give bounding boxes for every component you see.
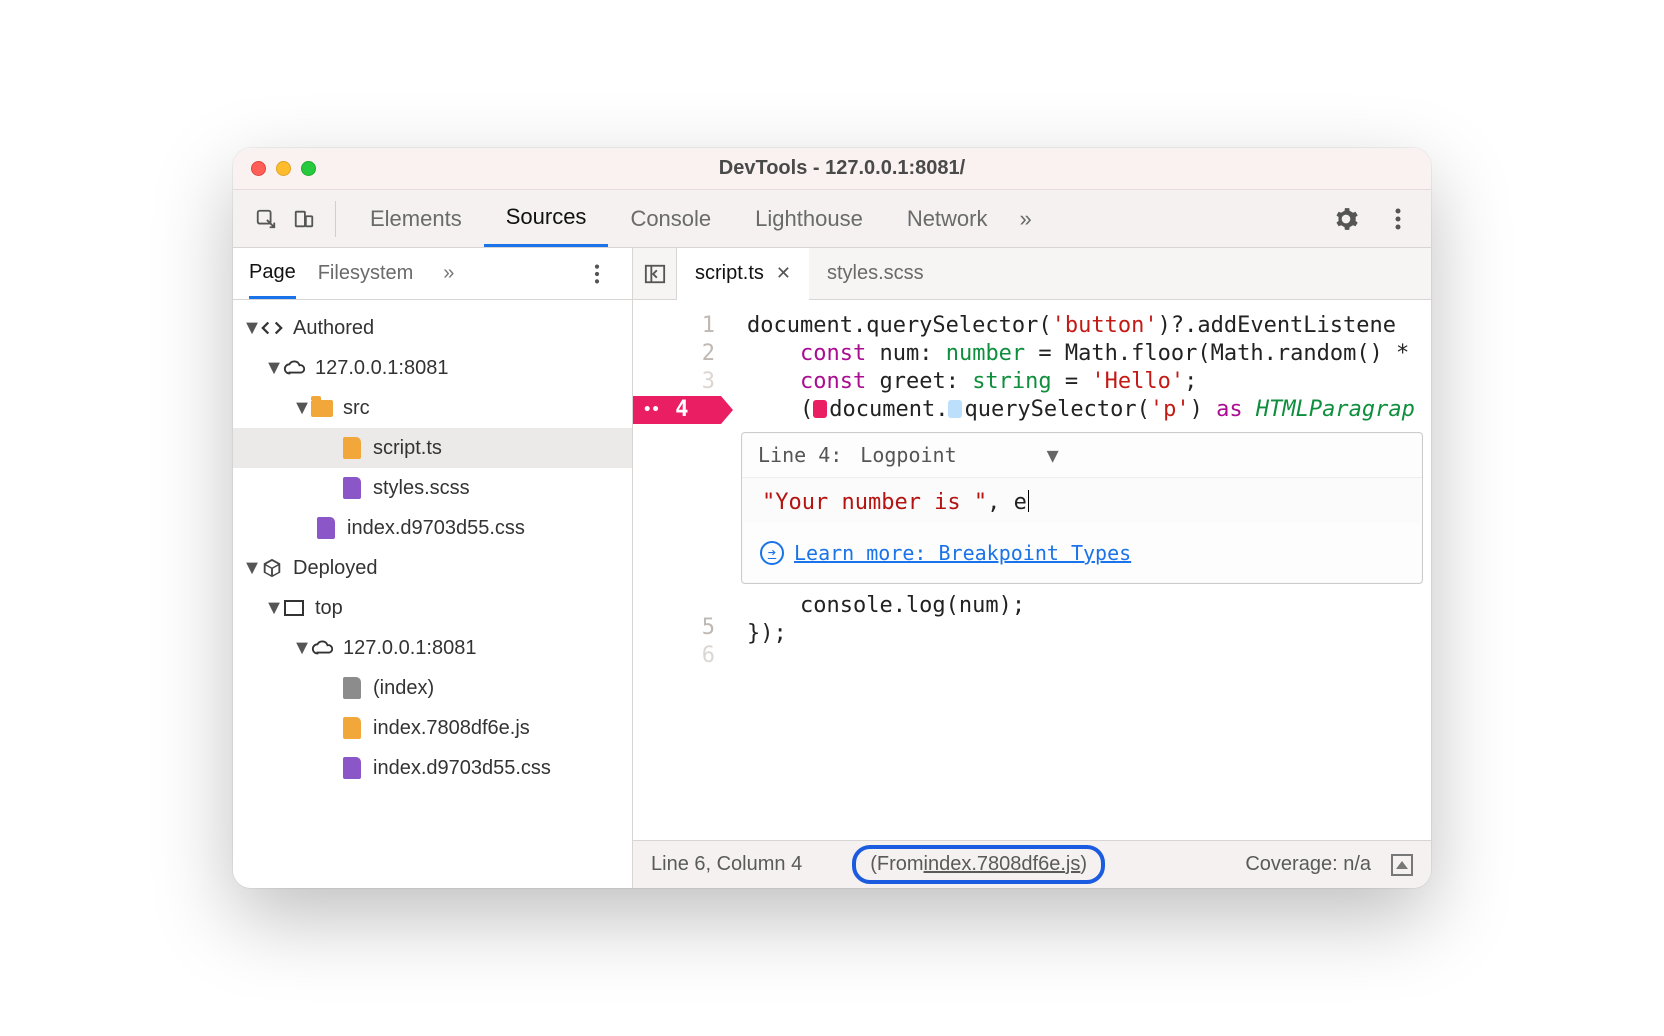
file-icon xyxy=(341,757,363,779)
tree-label: index.d9703d55.css xyxy=(373,757,551,780)
show-drawer-icon[interactable] xyxy=(1391,854,1413,876)
sidebar-tab-filesystem[interactable]: Filesystem xyxy=(318,249,414,299)
tree-group-deployed[interactable]: ▼ Deployed xyxy=(233,548,632,588)
tree-label: Deployed xyxy=(293,557,378,580)
tree-top[interactable]: ▼ top xyxy=(233,588,632,628)
file-tree: ▼ Authored ▼ 127.0.0.1:8081 ▼ src xyxy=(233,300,632,888)
tree-group-authored[interactable]: ▼ Authored xyxy=(233,308,632,348)
tree-file-index-css-b[interactable]: index.d9703d55.css xyxy=(233,748,632,788)
cloud-icon xyxy=(311,637,333,659)
tree-file-script-ts[interactable]: script.ts xyxy=(233,428,632,468)
breakpoint-type-select[interactable]: Logpoint ▼ xyxy=(860,443,1058,467)
inspect-element-icon[interactable] xyxy=(247,199,285,239)
minimize-window-button[interactable] xyxy=(276,161,291,176)
tab-console[interactable]: Console xyxy=(608,191,733,247)
devtools-window: DevTools - 127.0.0.1:8081/ Elements Sour… xyxy=(233,148,1431,888)
sidebar-tab-page[interactable]: Page xyxy=(249,249,296,299)
editor-tab-styles-scss[interactable]: styles.scss xyxy=(809,248,942,300)
tree-label: (index) xyxy=(373,677,434,700)
tree-label: styles.scss xyxy=(373,477,470,500)
editor-tab-label: script.ts xyxy=(695,262,764,285)
file-icon xyxy=(315,517,337,539)
code-editor[interactable]: 1 2 3 4 5 6 document.querySelector('butt… xyxy=(633,300,1431,840)
tree-label: src xyxy=(343,397,370,420)
sourcemap-origin-link[interactable]: index.7808df6e.js xyxy=(924,853,1081,876)
logpoint-expression-input[interactable]: "Your number is ", e xyxy=(742,478,1422,523)
tree-file-index-js[interactable]: index.7808df6e.js xyxy=(233,708,632,748)
learn-more-link[interactable]: ➔ Learn more: Breakpoint Types xyxy=(742,523,1422,583)
breakpoint-type-value: Logpoint xyxy=(860,443,956,467)
frame-icon xyxy=(283,597,305,619)
sidebar-more-icon[interactable] xyxy=(578,254,616,294)
file-icon xyxy=(341,437,363,459)
main-tabbar: Elements Sources Console Lighthouse Netw… xyxy=(233,190,1431,248)
chevron-down-icon: ▼ xyxy=(1047,443,1059,467)
file-icon xyxy=(341,477,363,499)
file-icon xyxy=(341,717,363,739)
editor-tabbar: script.ts ✕ styles.scss xyxy=(633,248,1431,300)
tree-file-styles-scss[interactable]: styles.scss xyxy=(233,468,632,508)
cloud-icon xyxy=(283,357,305,379)
tab-sources[interactable]: Sources xyxy=(484,191,609,247)
traffic-lights xyxy=(251,161,316,176)
code-content[interactable]: document.querySelector('button')?.addEve… xyxy=(733,300,1431,840)
window-titlebar: DevTools - 127.0.0.1:8081/ xyxy=(233,148,1431,190)
tree-file-index-css-a[interactable]: index.d9703d55.css xyxy=(233,508,632,548)
tree-label: index.d9703d55.css xyxy=(347,517,525,540)
separator xyxy=(335,201,336,237)
folder-icon xyxy=(311,397,333,419)
tree-label: top xyxy=(315,597,343,620)
tree-host[interactable]: ▼ 127.0.0.1:8081 xyxy=(233,348,632,388)
window-title: DevTools - 127.0.0.1:8081/ xyxy=(316,157,1368,180)
property-hint-icon xyxy=(813,400,827,418)
tree-label: script.ts xyxy=(373,437,442,460)
method-hint-icon xyxy=(948,400,962,418)
sourcemap-origin-highlight[interactable]: (From index.7808df6e.js) xyxy=(852,845,1105,884)
tree-label: Authored xyxy=(293,317,374,340)
tree-label: 127.0.0.1:8081 xyxy=(315,357,448,380)
close-window-button[interactable] xyxy=(251,161,266,176)
tree-label: index.7808df6e.js xyxy=(373,717,530,740)
logpoint-line-label: Line 4: xyxy=(758,443,842,467)
editor-area: script.ts ✕ styles.scss 1 2 3 4 5 6 xyxy=(633,248,1431,888)
tree-folder-src[interactable]: ▼ src xyxy=(233,388,632,428)
editor-statusbar: Line 6, Column 4 (From index.7808df6e.js… xyxy=(633,840,1431,888)
settings-gear-icon[interactable] xyxy=(1327,199,1365,239)
editor-tab-script-ts[interactable]: script.ts ✕ xyxy=(677,248,809,300)
close-tab-icon[interactable]: ✕ xyxy=(776,263,791,284)
sidebar-tabs: Page Filesystem » xyxy=(233,248,632,300)
tab-elements[interactable]: Elements xyxy=(348,191,484,247)
arrow-circle-icon: ➔ xyxy=(760,541,784,565)
cursor-position: Line 6, Column 4 xyxy=(651,853,802,876)
logpoint-marker[interactable]: 4 xyxy=(633,396,733,424)
toggle-device-icon[interactable] xyxy=(285,199,323,239)
tree-file-index[interactable]: (index) xyxy=(233,668,632,708)
line-gutter[interactable]: 1 2 3 4 5 6 xyxy=(633,300,733,840)
coverage-status: Coverage: n/a xyxy=(1245,853,1371,876)
tree-host-deployed[interactable]: ▼ 127.0.0.1:8081 xyxy=(233,628,632,668)
sources-sidebar: Page Filesystem » ▼ Authored ▼ 127.0.0.1… xyxy=(233,248,633,888)
file-icon xyxy=(341,677,363,699)
cube-icon xyxy=(261,557,283,579)
code-icon xyxy=(261,317,283,339)
more-menu-icon[interactable] xyxy=(1379,199,1417,239)
tab-network[interactable]: Network xyxy=(885,191,1010,247)
logpoint-editor: Line 4: Logpoint ▼ "Your number is ", e … xyxy=(741,432,1423,584)
tree-label: 127.0.0.1:8081 xyxy=(343,637,476,660)
zoom-window-button[interactable] xyxy=(301,161,316,176)
sidebar-tabs-overflow-icon[interactable]: » xyxy=(443,249,454,299)
learn-more-label: Learn more: Breakpoint Types xyxy=(794,541,1131,565)
editor-nav-toggle-icon[interactable] xyxy=(633,248,677,300)
tabs-overflow-icon[interactable]: » xyxy=(1010,191,1042,247)
tab-lighthouse[interactable]: Lighthouse xyxy=(733,191,885,247)
editor-tab-label: styles.scss xyxy=(827,262,924,285)
